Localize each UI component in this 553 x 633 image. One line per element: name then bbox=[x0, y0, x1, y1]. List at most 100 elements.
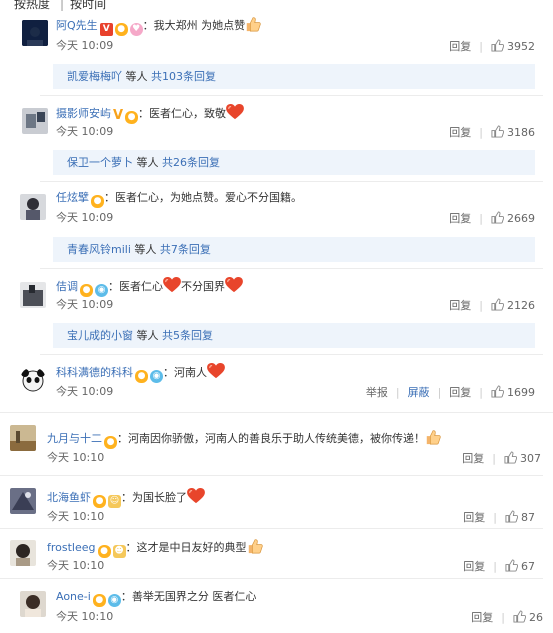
like-count[interactable]: 2126 bbox=[507, 299, 535, 312]
like-icon[interactable] bbox=[491, 211, 504, 224]
reply-summary[interactable]: 保卫一个萝卜 等人 共26条回复 bbox=[53, 150, 535, 175]
avatar-image bbox=[20, 367, 46, 393]
thumbs-up-emoji-icon bbox=[245, 16, 261, 32]
like-count[interactable]: 67 bbox=[521, 560, 535, 573]
like-count[interactable]: 2669 bbox=[507, 212, 535, 225]
avatar[interactable] bbox=[10, 425, 36, 451]
block-button[interactable]: 屏蔽 bbox=[408, 386, 430, 399]
like-count[interactable]: 307 bbox=[520, 452, 541, 465]
like-icon[interactable] bbox=[491, 39, 504, 52]
comment-text: ：河南人 bbox=[163, 366, 207, 379]
heart-emoji-icon bbox=[207, 363, 225, 379]
comment-actions: 回复 | 3186 bbox=[449, 125, 535, 139]
like-icon[interactable] bbox=[491, 298, 504, 311]
reply-button[interactable]: 回复 bbox=[449, 299, 471, 312]
face-badge-icon: ☻ bbox=[112, 545, 126, 558]
avatar[interactable] bbox=[10, 488, 36, 514]
username[interactable]: 阿Q先生 bbox=[56, 19, 98, 32]
like-count[interactable]: 26 bbox=[529, 611, 543, 624]
reply-summary[interactable]: 凯爱梅梅吖 等人 共103条回复 bbox=[53, 64, 535, 89]
comment-actions: 回复 | 307 bbox=[462, 451, 541, 465]
divider bbox=[40, 181, 543, 182]
camera-badge-icon: ◉ bbox=[150, 370, 163, 383]
reply-username[interactable]: 凯爱梅梅吖 bbox=[67, 70, 122, 83]
comment-body: 九月与十二 ● ：河南因你骄傲，河南人的善良乐于助人传统美德，被你传递！ bbox=[47, 429, 441, 449]
like-icon[interactable] bbox=[504, 451, 517, 464]
username[interactable]: 任炫擘 bbox=[56, 191, 89, 204]
comment-actions: 回复 | 2126 bbox=[449, 298, 535, 312]
avatar[interactable] bbox=[10, 540, 36, 566]
comment-text: ：为国长脸了 bbox=[121, 491, 187, 504]
comment-actions: 回复 | 3952 bbox=[449, 39, 535, 53]
heart-emoji-icon bbox=[187, 488, 205, 504]
avatar[interactable] bbox=[20, 194, 46, 220]
reply-username[interactable]: 青春风铃mili bbox=[67, 243, 131, 256]
thumbs-up-emoji-icon bbox=[425, 429, 441, 445]
comment-body: 佶调 ● ◉ ：医者仁心 不分国界 bbox=[56, 277, 243, 297]
like-icon[interactable] bbox=[491, 125, 504, 138]
like-icon[interactable] bbox=[513, 610, 526, 623]
avatar[interactable] bbox=[20, 282, 46, 308]
reply-button[interactable]: 回复 bbox=[462, 452, 484, 465]
like-count[interactable]: 3952 bbox=[507, 40, 535, 53]
avatar[interactable] bbox=[22, 20, 48, 46]
username[interactable]: 佶调 bbox=[56, 280, 78, 293]
tab-hot[interactable]: 按热度 bbox=[14, 0, 50, 11]
comment-body: 科科满德的科科 ● ◉ ：河南人 bbox=[56, 363, 225, 383]
username[interactable]: 九月与十二 bbox=[47, 432, 102, 445]
like-icon[interactable] bbox=[505, 559, 518, 572]
report-button[interactable]: 举报 bbox=[366, 386, 388, 399]
username[interactable]: frostleeg bbox=[47, 541, 96, 554]
comment-body: frostleeg ● ☻ ：这才是中日友好的典型 bbox=[47, 538, 263, 558]
heart-badge-icon: ♥ bbox=[129, 23, 143, 36]
reply-button[interactable]: 回复 bbox=[449, 386, 471, 399]
tab-time[interactable]: 按时间 bbox=[70, 0, 106, 11]
reply-count-link[interactable]: 共26条回复 bbox=[162, 156, 220, 169]
divider bbox=[0, 528, 543, 529]
username[interactable]: 摄影师安屿 bbox=[56, 107, 111, 120]
like-icon[interactable] bbox=[491, 385, 504, 398]
avatar[interactable] bbox=[20, 367, 46, 393]
reply-button[interactable]: 回复 bbox=[463, 560, 485, 573]
level-badge-icon: ● bbox=[92, 594, 106, 607]
reply-button[interactable]: 回复 bbox=[463, 511, 485, 524]
avatar[interactable] bbox=[20, 591, 46, 617]
divider bbox=[0, 475, 543, 476]
reply-username[interactable]: 保卫一个萝卜 bbox=[67, 156, 133, 169]
reply-button[interactable]: 回复 bbox=[449, 126, 471, 139]
reply-summary[interactable]: 宝儿成的小窗 等人 共5条回复 bbox=[53, 323, 535, 348]
verified-v-icon: V bbox=[113, 108, 124, 123]
username[interactable]: 北海鱼虾 bbox=[47, 491, 91, 504]
reply-username[interactable]: 宝儿成的小窗 bbox=[67, 329, 133, 342]
like-count[interactable]: 87 bbox=[521, 511, 535, 524]
level-badge-icon: ● bbox=[91, 195, 104, 208]
like-count[interactable]: 1699 bbox=[507, 386, 535, 399]
comment-time: 今天 10:09 bbox=[56, 211, 114, 224]
username[interactable]: Aone-i bbox=[56, 590, 91, 603]
username[interactable]: 科科满德的科科 bbox=[56, 366, 133, 379]
reply-count-link[interactable]: 共103条回复 bbox=[151, 70, 216, 83]
level-badge-icon: ● bbox=[80, 284, 93, 297]
verified-v-icon: V bbox=[99, 23, 113, 36]
comment-time: 今天 10:10 bbox=[47, 510, 105, 523]
comment-time: 今天 10:09 bbox=[56, 298, 114, 311]
reply-count-link[interactable]: 共5条回复 bbox=[162, 329, 213, 342]
avatar-image bbox=[10, 425, 36, 451]
like-count[interactable]: 3186 bbox=[507, 126, 535, 139]
comment-time: 今天 10:10 bbox=[47, 451, 105, 464]
avatar[interactable] bbox=[22, 108, 48, 134]
comment-text: ：这才是中日友好的典型 bbox=[125, 541, 247, 554]
comment-text: ：善举无国界之分 医者仁心 bbox=[120, 590, 257, 603]
reply-button[interactable]: 回复 bbox=[471, 611, 493, 624]
like-icon[interactable] bbox=[505, 510, 518, 523]
comment-time: 今天 10:10 bbox=[56, 610, 114, 623]
comment-actions: 回复 | 26 bbox=[471, 610, 543, 624]
reply-button[interactable]: 回复 bbox=[449, 40, 471, 53]
sort-tabs: 按热度 | 按时间 bbox=[14, 0, 110, 11]
reply-summary[interactable]: 青春风铃mili 等人 共7条回复 bbox=[53, 237, 535, 262]
reply-count-link[interactable]: 共7条回复 bbox=[160, 243, 211, 256]
avatar-image bbox=[10, 540, 36, 566]
reply-button[interactable]: 回复 bbox=[449, 212, 471, 225]
heart-emoji-icon bbox=[163, 277, 181, 293]
avatar-image bbox=[22, 108, 48, 134]
